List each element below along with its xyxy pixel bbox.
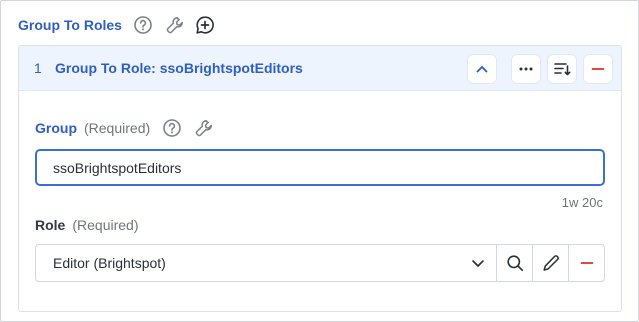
help-icon[interactable] — [162, 118, 182, 138]
remove-item-button[interactable] — [584, 55, 612, 83]
role-label-text: Role — [35, 217, 66, 233]
reorder-icon — [553, 60, 571, 78]
group-to-roles-panel: Group To Roles 1 Group To Role: ssoBrigh… — [0, 0, 639, 322]
edit-role-button[interactable] — [532, 245, 568, 281]
item-header[interactable]: 1 Group To Role: ssoBrightspotEditors — [19, 46, 621, 91]
role-select: Editor (Brightspot) — [35, 244, 605, 282]
panel-header: Group To Roles — [18, 14, 215, 36]
role-field-label: Role (Required) — [35, 215, 138, 235]
reorder-button[interactable] — [548, 55, 576, 83]
group-label-text: Group — [35, 120, 77, 136]
role-selected-value: Editor (Brightspot) — [53, 255, 166, 271]
more-icon — [518, 61, 534, 77]
help-icon[interactable] — [133, 15, 153, 35]
item-title: Group To Role: ssoBrightspotEditors — [55, 60, 303, 76]
chevron-up-icon — [475, 62, 489, 76]
wrench-icon[interactable] — [194, 118, 214, 138]
more-options-button[interactable] — [512, 55, 540, 83]
character-counter: 1w 20c — [561, 195, 603, 210]
role-dropdown[interactable]: Editor (Brightspot) — [36, 245, 496, 281]
chevron-down-icon — [470, 255, 486, 276]
add-comment-icon[interactable] — [195, 15, 215, 35]
pencil-icon — [542, 254, 560, 272]
minus-icon — [580, 256, 594, 270]
clear-role-button[interactable] — [568, 245, 604, 281]
search-role-button[interactable] — [496, 245, 532, 281]
wrench-icon[interactable] — [165, 15, 185, 35]
search-icon — [506, 254, 524, 272]
minus-icon — [591, 62, 605, 76]
item-index: 1 — [34, 60, 42, 76]
collapse-button[interactable] — [468, 55, 496, 83]
panel-title: Group To Roles — [18, 17, 122, 33]
group-required-text: (Required) — [84, 120, 151, 136]
group-input[interactable] — [35, 149, 605, 186]
group-field-label: Group (Required) — [35, 118, 214, 138]
role-required-text: (Required) — [72, 217, 139, 233]
group-to-role-item: 1 Group To Role: ssoBrightspotEditors Gr… — [18, 45, 622, 312]
